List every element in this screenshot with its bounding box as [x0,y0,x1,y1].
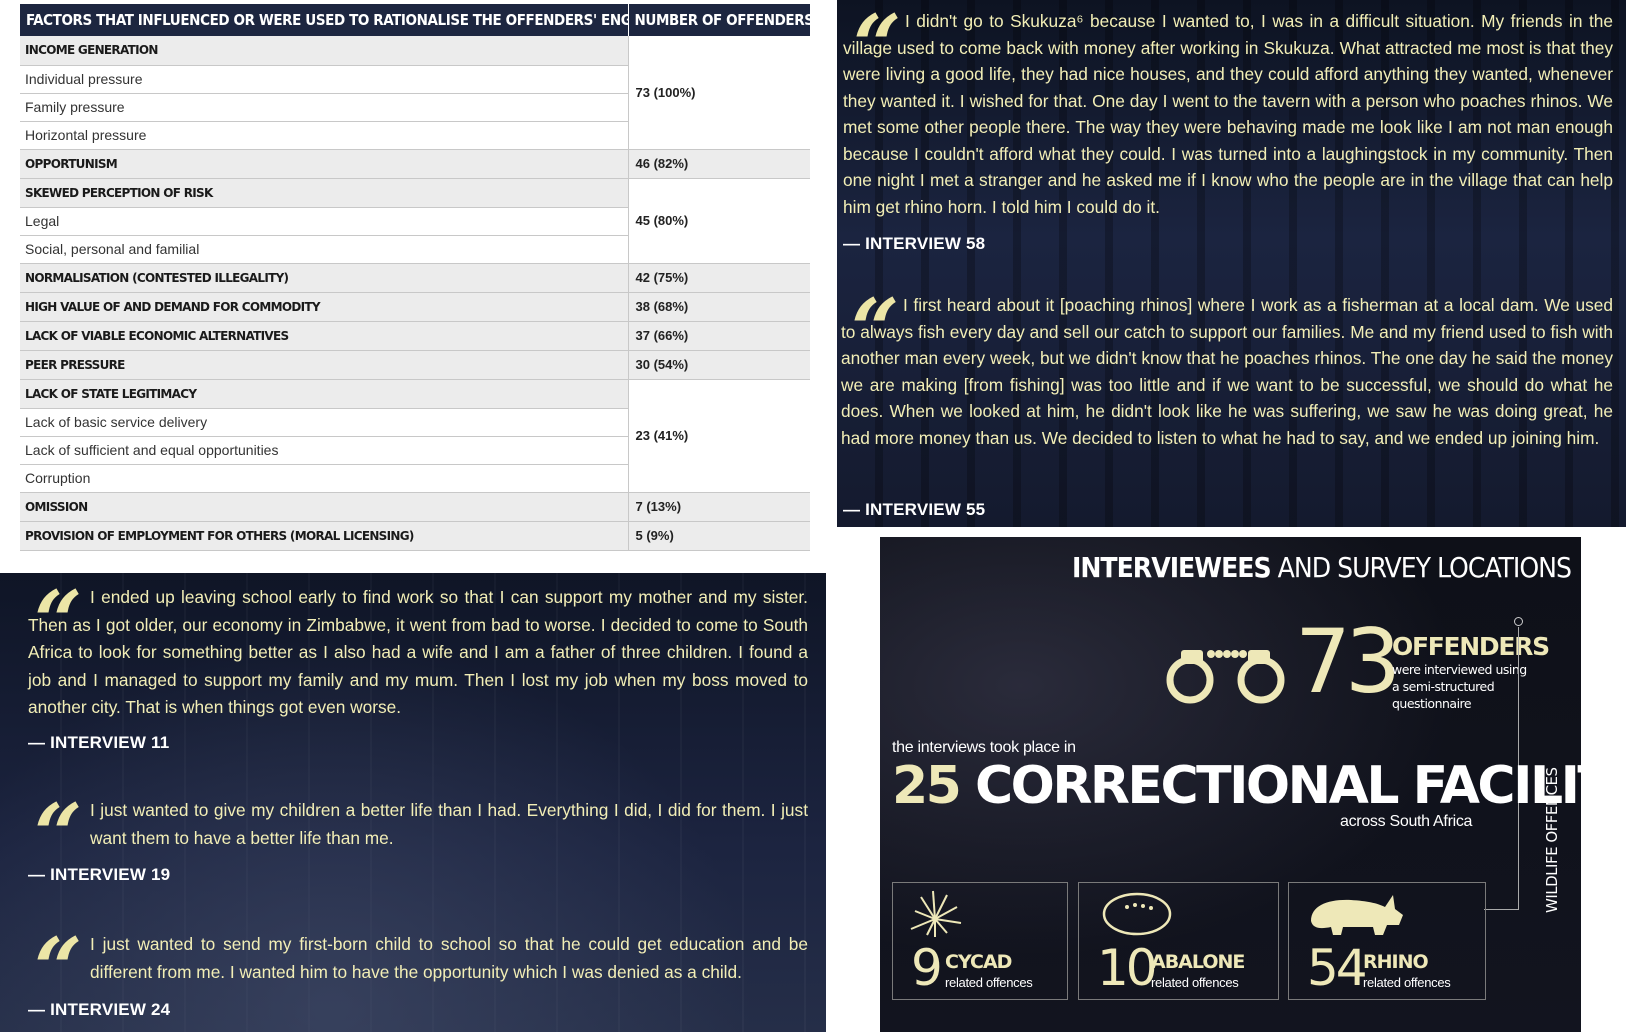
quote-mark-icon: “ [851,280,899,379]
subfactor-cell: Social, personal and familial [20,235,628,264]
cycad-icon [910,890,962,937]
table-row: LACK OF VIABLE ECONOMIC ALTERNATIVES 37 … [20,321,810,351]
table-row: PEER PRESSURE 30 (54%) [20,350,810,380]
interview-source: — INTERVIEW 24 [28,1000,171,1019]
category-cell: OMISSION [20,492,628,522]
quote-block: “ I just wanted to give my children a be… [28,793,808,877]
offence-sub: related offences [945,975,1033,990]
offence-count: 54 [1307,939,1368,997]
value-cell: 7 (13%) [627,492,810,522]
offenders-label: OFFENDERS [1392,632,1550,661]
offence-card-cycad: 9 CYCAD related offences [892,882,1068,1000]
offenders-count: 73 [1295,610,1401,713]
value-cell: 23 (41%) [627,379,810,493]
quote-panel-left: “ I ended up leaving school early to fin… [0,573,826,1032]
facilities-label: CORRECTIONAL FACILITIES [974,756,1581,816]
subfactor-cell: Individual pressure [20,65,628,94]
title-bold: INTERVIEWEES [1071,551,1272,584]
value-cell: 46 (82%) [627,149,810,179]
subfactor-cell: Family pressure [20,93,628,122]
quote-text: I just wanted to give my children a bett… [90,800,808,848]
interview-source: — INTERVIEW 58 [843,234,986,253]
interview-source: — INTERVIEW 11 [28,733,170,752]
offence-name: CYCAD [945,951,1012,973]
table-row: HIGH VALUE OF AND DEMAND FOR COMMODITY 3… [20,292,810,322]
quote-mark-icon: “ [853,0,901,95]
factors-table-panel: FACTORS THAT INFLUENCED OR WERE USED TO … [20,4,810,566]
offenders-description: were interviewed using a semi-structured… [1392,662,1527,711]
table-row: INCOME GENERATION 73 (100%) [20,36,810,150]
table-row: SKEWED PERCEPTION OF RISK 45 (80%) [20,178,810,264]
subfactor-cell: Corruption [20,464,628,493]
handcuffs-icon [1166,650,1285,704]
quote-block: “ I ended up leaving school early to fin… [28,580,808,722]
category-cell: LACK OF STATE LEGITIMACY [20,379,628,409]
rhino-icon [1311,895,1403,935]
offence-card-rhino: 54 RHINO related offences [1288,882,1486,1000]
offence-sub: related offences [1363,975,1451,990]
facilities-count: 25 [892,756,962,816]
factors-table: FACTORS THAT INFLUENCED OR WERE USED TO … [20,4,810,551]
value-cell: 38 (68%) [627,292,810,322]
category-cell: HIGH VALUE OF AND DEMAND FOR COMMODITY [20,292,628,322]
facilities-heading: 25 CORRECTIONAL FACILITIES [892,757,1581,815]
abalone-icon [1102,892,1172,936]
value-cell: 30 (54%) [627,350,810,380]
table-row: LACK OF STATE LEGITIMACY 23 (41%) [20,379,810,493]
subfactor-cell: Horizontal pressure [20,121,628,150]
value-cell: 42 (75%) [627,263,810,293]
subfactor-cell: Lack of basic service delivery [20,408,628,437]
table-row: OMISSION 7 (13%) [20,492,810,522]
subfactor-cell: Lack of sufficient and equal opportuniti… [20,436,628,465]
header-factor: FACTORS THAT INFLUENCED OR WERE USED TO … [20,4,628,36]
value-cell: 45 (80%) [627,178,810,264]
category-cell: LACK OF VIABLE ECONOMIC ALTERNATIVES [20,321,628,351]
across-text: across South Africa [1340,813,1473,830]
interview-source: — INTERVIEW 55 [843,500,986,519]
category-cell: NORMALISATION (CONTESTED ILLEGALITY) [20,263,628,293]
quote-text: I ended up leaving school early to find … [28,587,808,717]
quote-block: “ I didn't go to Skukuza⁶ because I want… [843,4,1613,220]
quote-text: I first heard about it [poaching rhinos]… [841,295,1613,448]
quote-text: I just wanted to send my first-born chil… [90,934,808,982]
offence-count: 10 [1097,939,1158,997]
category-cell: PROVISION OF EMPLOYMENT FOR OTHERS (MORA… [20,521,628,551]
quote-block: “ I first heard about it [poaching rhino… [841,288,1613,451]
header-count: NUMBER OF OFFENDERS (%) [627,4,810,36]
quote-mark-icon: “ [34,919,82,1018]
category-cell: INCOME GENERATION [20,36,628,66]
offence-card-abalone: 10 ABALONE related offences [1078,882,1279,1000]
infographic-panel: INTERVIEWEES AND SURVEY LOCATIONS 73 OFF… [880,537,1581,1032]
offence-sub: related offences [1151,975,1239,990]
interview-source: — INTERVIEW 19 [28,865,171,884]
offence-count: 9 [911,939,943,997]
took-place-text: the interviews took place in [892,739,1076,756]
connector-dot [1514,617,1523,626]
quote-mark-icon: “ [34,573,82,671]
wildlife-offences-label: WILDLIFE OFFENCES [1543,767,1561,913]
table-header-row: FACTORS THAT INFLUENCED OR WERE USED TO … [20,4,810,36]
category-cell: OPPORTUNISM [20,149,628,179]
quote-text: I didn't go to Skukuza⁶ because I wanted… [843,11,1613,217]
table-row: OPPORTUNISM 46 (82%) [20,149,810,179]
subfactor-cell: Legal [20,207,628,236]
connector-line [1484,909,1519,910]
table-row: NORMALISATION (CONTESTED ILLEGALITY) 42 … [20,263,810,293]
table-row: PROVISION OF EMPLOYMENT FOR OTHERS (MORA… [20,521,810,551]
value-cell: 5 (9%) [627,521,810,551]
quote-block: “ I just wanted to send my first-born ch… [28,927,808,1011]
title-rest: AND SURVEY LOCATIONS [1270,551,1572,584]
quote-panel-right: “ I didn't go to Skukuza⁶ because I want… [837,0,1626,527]
infographic-title: INTERVIEWEES AND SURVEY LOCATIONS [1071,551,1572,584]
category-cell: PEER PRESSURE [20,350,628,380]
offence-name: RHINO [1363,951,1429,973]
category-cell: SKEWED PERCEPTION OF RISK [20,178,628,208]
value-cell: 37 (66%) [627,321,810,351]
value-cell: 73 (100%) [627,36,810,150]
offence-name: ABALONE [1151,951,1245,973]
